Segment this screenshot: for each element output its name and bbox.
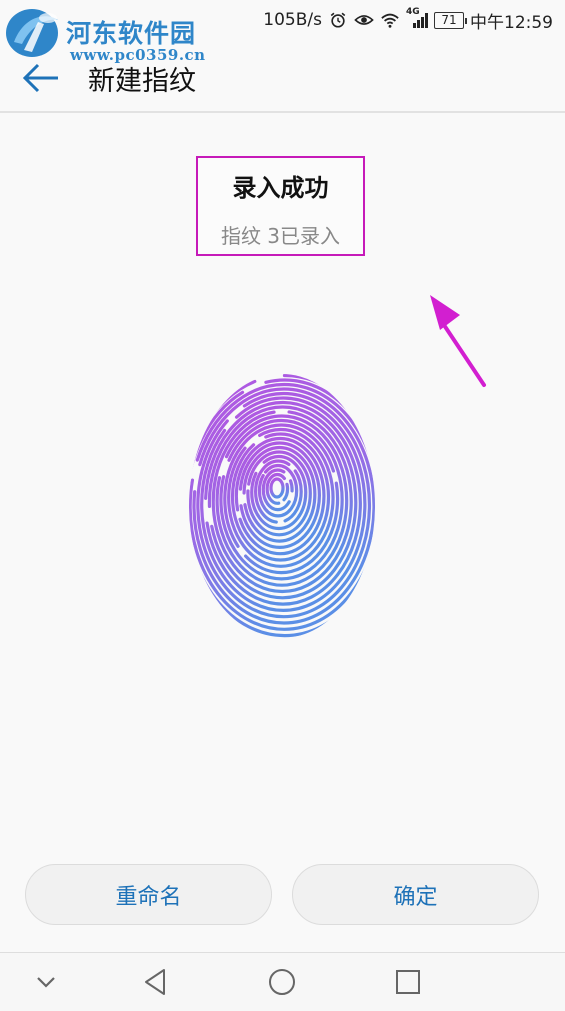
fingerprint-icon <box>189 374 375 638</box>
battery-icon: 71 <box>434 11 467 29</box>
back-triangle-icon[interactable] <box>140 966 172 998</box>
wifi-icon <box>381 13 399 28</box>
back-button[interactable] <box>20 58 62 98</box>
page-title: 新建指纹 <box>88 66 196 97</box>
recents-square-icon[interactable] <box>392 966 424 998</box>
fingerprint-ridge <box>269 477 285 499</box>
clock: 中午12:59 <box>470 12 553 33</box>
home-circle-icon[interactable] <box>266 966 298 998</box>
header-divider <box>0 111 565 113</box>
result-subtitle: 指纹 3已录入 <box>220 224 341 248</box>
enroll-result-highlight: 录入成功 指纹 3已录入 <box>196 156 365 256</box>
rename-button[interactable]: 重命名 <box>25 864 272 925</box>
confirm-button[interactable]: 确定 <box>292 864 539 925</box>
status-indicators: 105B/s 4G 71 中午12:59 <box>263 7 553 33</box>
app-bar: 新建指纹 <box>0 40 565 112</box>
signal-icon: 4G <box>406 7 428 30</box>
system-nav-bar <box>0 952 565 1011</box>
net-speed: 105B/s <box>263 10 322 30</box>
result-title: 录入成功 <box>232 174 329 202</box>
battery-level: 71 <box>441 13 457 27</box>
eye-icon <box>354 15 374 25</box>
arrow-left-icon <box>22 63 58 93</box>
alarm-icon <box>330 12 346 28</box>
status-bar: 河东软件园 www.pc0359.cn 105B/s 4G 71 中午12:59 <box>0 0 565 64</box>
fingerprint-ridge <box>227 427 335 568</box>
annotation-arrow-icon <box>430 295 486 387</box>
chevron-down-icon[interactable] <box>30 966 62 998</box>
